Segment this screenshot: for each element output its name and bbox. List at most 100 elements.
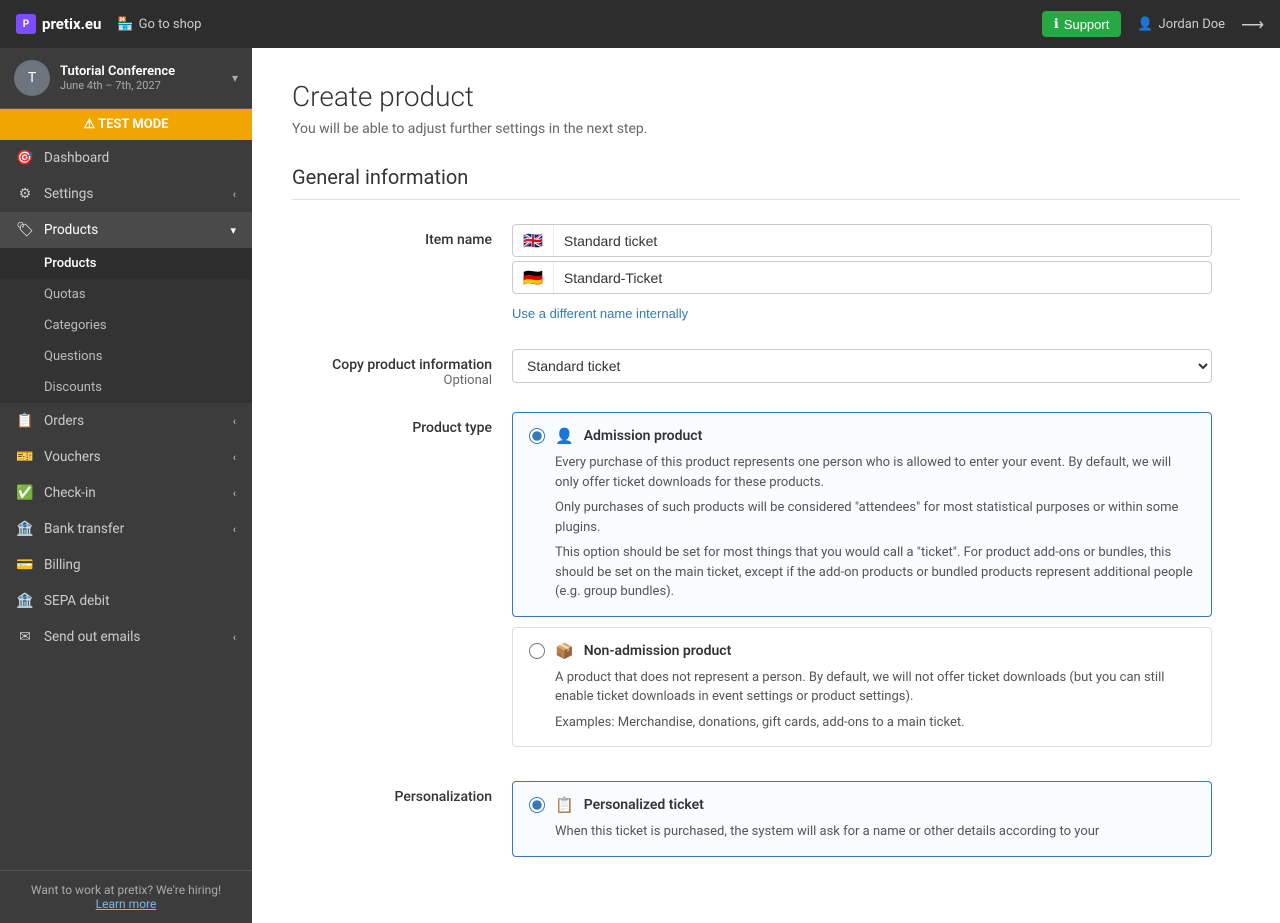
personalized-label: Personalized ticket [584,797,704,813]
copy-product-info-select[interactable]: Standard ticket [512,349,1212,383]
sidebar-item-billing[interactable]: 💳 Billing [0,547,252,583]
admission-body: Every purchase of this product represent… [529,453,1195,602]
item-name-en-input-wrap: 🇬🇧 [512,224,1212,257]
non-admission-product-card[interactable]: 📦 Non-admission product A product that d… [512,627,1212,748]
bank-transfer-caret-icon: ‹ [233,523,236,536]
product-type-row: Product type 👤 Admission product Every p… [292,412,1240,757]
vouchers-caret-icon: ‹ [233,451,236,464]
products-icon: 🏷 [16,222,34,238]
sidebar-label-settings: Settings [44,186,93,202]
sidebar-label-checkin: Check-in [44,485,96,501]
admission-desc2: Only purchases of such products will be … [555,498,1195,537]
sidebar-label-products: Products [44,222,98,238]
sidebar-subitem-quotas[interactable]: Quotas [0,279,252,310]
sidebar: T Tutorial Conference June 4th – 7th, 20… [0,48,252,923]
sidebar-item-checkin[interactable]: ✅ Check-in ‹ [0,475,252,511]
copy-product-info-label: Copy product information Optional [292,349,492,388]
brand-name: pretix.eu [42,15,101,33]
sidebar-label-bank-transfer: Bank transfer [44,521,124,537]
bank-transfer-icon: 🏦 [16,521,34,537]
non-admission-label: Non-admission product [584,643,732,659]
event-caret-icon: ▾ [232,71,238,85]
checkin-caret-icon: ‹ [233,487,236,500]
user-menu[interactable]: 👤 Jordan Doe [1137,17,1225,32]
user-icon: 👤 [1137,17,1153,32]
sepa-icon: 🏦 [16,593,34,609]
page-title: Create product [292,80,1240,113]
checkin-icon: ✅ [16,485,34,501]
personalized-icon: 📋 [555,796,574,814]
logout-button[interactable]: ⟶ [1241,15,1264,34]
admission-radio[interactable] [529,428,545,444]
sidebar-label-send-out-emails: Send out emails [44,629,140,645]
non-admission-radio[interactable] [529,643,545,659]
sidebar-label-vouchers: Vouchers [44,449,101,465]
event-selector[interactable]: T Tutorial Conference June 4th – 7th, 20… [0,48,252,109]
sidebar-item-settings[interactable]: ⚙ Settings ‹ [0,176,252,212]
non-admission-icon: 📦 [555,642,574,660]
sidebar-nav: 🎯 Dashboard ⚙ Settings ‹ 🏷 Products ▾ Pr… [0,140,252,870]
item-name-de-input-wrap: 🇩🇪 [512,261,1212,294]
item-name-en-input[interactable] [554,226,1211,256]
flag-de: 🇩🇪 [513,262,554,293]
vouchers-icon: 🎫 [16,449,34,465]
admission-product-card[interactable]: 👤 Admission product Every purchase of th… [512,412,1212,617]
copy-product-info-row: Copy product information Optional Standa… [292,349,1240,388]
non-admission-desc1: A product that does not represent a pers… [555,668,1195,707]
shop-icon: 🏪 [117,17,133,32]
personalization-options: 📋 Personalized ticket When this ticket i… [512,781,1212,867]
admission-desc3: This option should be set for most thing… [555,543,1195,602]
send-out-caret-icon: ‹ [233,631,236,644]
page-subtitle: You will be able to adjust further setti… [292,121,1240,137]
logo-icon: P [16,14,36,34]
personalized-desc: When this ticket is purchased, the syste… [555,822,1195,842]
use-different-name-link[interactable]: Use a different name internally [512,302,688,325]
settings-icon: ⚙ [16,186,34,202]
sidebar-label-sepa-debit: SEPA debit [44,593,110,609]
admission-icon: 👤 [555,427,574,445]
goto-shop-link[interactable]: 🏪 Go to shop [117,17,201,32]
sidebar-item-dashboard[interactable]: 🎯 Dashboard [0,140,252,176]
sidebar-item-orders[interactable]: 📋 Orders ‹ [0,403,252,439]
sidebar-item-sepa-debit[interactable]: 🏦 SEPA debit [0,583,252,619]
event-name: Tutorial Conference [60,64,222,80]
sidebar-subitem-questions[interactable]: Questions [0,341,252,372]
dashboard-icon: 🎯 [16,150,34,166]
footer-text: Want to work at pretix? We're hiring! [31,883,221,897]
general-info-title: General information [292,165,1240,200]
sidebar-footer: Want to work at pretix? We're hiring! Le… [0,870,252,923]
admission-desc1: Every purchase of this product represent… [555,453,1195,492]
products-caret-icon: ▾ [230,224,236,237]
flag-en: 🇬🇧 [513,225,554,256]
sidebar-item-products[interactable]: 🏷 Products ▾ [0,212,252,248]
personalization-label: Personalization [292,781,492,805]
orders-icon: 📋 [16,413,34,429]
personalized-body: When this ticket is purchased, the syste… [529,822,1195,842]
support-button[interactable]: ℹ Support [1042,11,1122,37]
layout: T Tutorial Conference June 4th – 7th, 20… [0,48,1280,923]
orders-caret-icon: ‹ [233,415,236,428]
personalized-radio[interactable] [529,797,545,813]
sidebar-subitem-categories[interactable]: Categories [0,310,252,341]
non-admission-desc2: Examples: Merchandise, donations, gift c… [555,713,1195,733]
product-type-options: 👤 Admission product Every purchase of th… [512,412,1212,757]
product-type-label: Product type [292,412,492,436]
main-content: Create product You will be able to adjus… [252,48,1280,923]
item-name-row: Item name 🇬🇧 🇩🇪 Use a different name int… [292,224,1240,325]
sidebar-item-vouchers[interactable]: 🎫 Vouchers ‹ [0,439,252,475]
footer-link[interactable]: Learn more [96,897,157,911]
brand-logo[interactable]: P pretix.eu [16,14,101,34]
personalized-ticket-card[interactable]: 📋 Personalized ticket When this ticket i… [512,781,1212,857]
event-avatar: T [14,60,50,96]
sidebar-item-bank-transfer[interactable]: 🏦 Bank transfer ‹ [0,511,252,547]
non-admission-body: A product that does not represent a pers… [529,668,1195,733]
sidebar-label-dashboard: Dashboard [44,150,109,166]
sidebar-subitem-discounts[interactable]: Discounts [0,372,252,403]
sidebar-label-orders: Orders [44,413,84,429]
sidebar-subitem-products-list[interactable]: Products [0,248,252,279]
products-subnav: Products Quotas Categories Questions Dis… [0,248,252,403]
personalization-row: Personalization 📋 Personalized ticket Wh… [292,781,1240,867]
sidebar-item-send-out-emails[interactable]: ✉ Send out emails ‹ [0,619,252,655]
navbar: P pretix.eu 🏪 Go to shop ℹ Support 👤 Jor… [0,0,1280,48]
item-name-de-input[interactable] [554,263,1211,293]
